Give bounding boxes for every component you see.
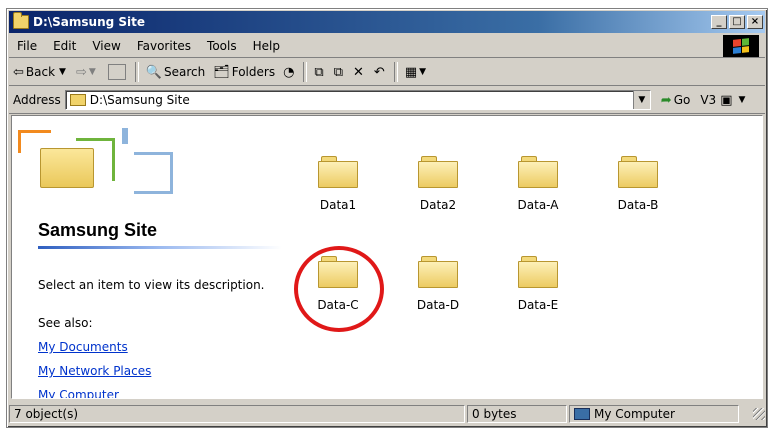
history-button[interactable]: ◔ [279, 61, 300, 83]
status-objects: 7 object(s) [9, 405, 465, 423]
folder-item[interactable]: Data-A [498, 156, 578, 212]
close-button[interactable]: × [747, 15, 763, 29]
folder-icon [518, 156, 558, 188]
folder-icon [318, 256, 358, 288]
chevron-down-icon: ▼ [88, 67, 96, 77]
folder-label: Data-B [617, 198, 659, 212]
folder-item[interactable]: Data2 [398, 156, 478, 212]
address-label: Address [13, 93, 61, 107]
menu-view[interactable]: View [84, 39, 128, 53]
folder-title: Samsung Site [38, 220, 158, 240]
description-text: Select an item to view its description. [38, 278, 265, 292]
folder-label: Data2 [419, 198, 457, 212]
folder-view: Samsung Site Select an item to view its … [11, 115, 763, 399]
views-button[interactable]: ▦ ▼ [401, 61, 432, 83]
menu-favorites[interactable]: Favorites [129, 39, 199, 53]
delete-button[interactable]: ✕ [349, 61, 370, 83]
up-folder-icon [107, 64, 126, 80]
status-size: 0 bytes [467, 405, 567, 423]
go-label: Go [673, 93, 691, 107]
folder-label: Data-D [416, 298, 460, 312]
go-button[interactable]: ➦ Go [661, 93, 691, 108]
address-value: D:\Samsung Site [89, 93, 190, 107]
chevron-down-icon: ▼ [419, 67, 427, 77]
folder-label: Data-A [517, 198, 559, 212]
back-arrow-icon: ⇦ [13, 64, 24, 80]
views-icon: ▦ [404, 64, 418, 80]
folder-label: Data-C [317, 298, 359, 312]
folder-icon [518, 256, 558, 288]
link-my-computer[interactable]: My Computer [38, 388, 119, 398]
v3-button[interactable]: V3 ▣ ▼ [700, 93, 747, 108]
folders-label: Folders [231, 65, 276, 79]
go-arrow-icon: ➦ [660, 92, 672, 108]
toolbar-separator [393, 62, 398, 82]
status-location-label: My Computer [594, 407, 675, 421]
undo-icon: ↶ [373, 64, 385, 80]
window-title: D:\Samsung Site [33, 15, 146, 29]
back-label: Back [25, 65, 56, 79]
search-label: Search [163, 65, 206, 79]
folder-icon [318, 156, 358, 188]
folder-item[interactable]: Data-E [498, 256, 578, 312]
folder-icon [418, 256, 458, 288]
title-divider [38, 246, 282, 249]
v3-label: V3 [700, 93, 717, 107]
history-icon: ◔ [283, 64, 295, 80]
address-input[interactable]: D:\Samsung Site ▼ [64, 90, 651, 110]
folder-item[interactable]: Data-B [598, 156, 678, 212]
v3-icon: ▣ [720, 92, 733, 108]
folder-icon [13, 12, 29, 29]
details-pane: Samsung Site Select an item to view its … [12, 116, 287, 398]
folder-icon [69, 94, 86, 106]
maximize-button[interactable]: □ [729, 15, 745, 29]
link-my-network-places[interactable]: My Network Places [38, 364, 151, 378]
folders-icon: 🗂 [213, 64, 230, 80]
address-dropdown-button[interactable]: ▼ [632, 91, 650, 109]
title-bar[interactable]: D:\Samsung Site _ □ × [9, 11, 765, 33]
folders-button[interactable]: 🗂 Folders [209, 61, 279, 83]
folder-icon [618, 156, 658, 188]
minimize-button[interactable]: _ [711, 15, 727, 29]
folder-label: Data-E [517, 298, 559, 312]
toolbar-separator [134, 62, 139, 82]
status-bar: 7 object(s) 0 bytes My Computer [9, 403, 765, 425]
folder-label: Data1 [319, 198, 357, 212]
back-button[interactable]: ⇦ Back ▼ [9, 61, 72, 83]
status-location: My Computer [569, 405, 739, 423]
computer-icon [574, 408, 590, 420]
folder-banner-icon [18, 122, 186, 194]
undo-button[interactable]: ↶ [370, 61, 391, 83]
menu-bar: File Edit View Favorites Tools Help [9, 35, 765, 58]
delete-icon: ✕ [353, 64, 364, 80]
forward-button[interactable]: ⇨ ▼ [72, 61, 102, 83]
menu-help[interactable]: Help [245, 39, 288, 53]
explorer-window: D:\Samsung Site _ □ × File Edit View Fav… [6, 8, 768, 428]
menu-edit[interactable]: Edit [45, 39, 84, 53]
search-button[interactable]: 🔍 Search [142, 61, 209, 83]
menu-tools[interactable]: Tools [199, 39, 245, 53]
chevron-down-icon: ▼ [59, 67, 66, 77]
toolbar-separator [303, 62, 308, 82]
see-also-label: See also: [38, 316, 93, 330]
search-icon: 🔍 [145, 64, 162, 80]
chevron-down-icon: ▼ [738, 95, 746, 105]
link-my-documents[interactable]: My Documents [38, 340, 128, 354]
copy-to-icon: ⧉ [333, 64, 344, 80]
move-to-icon: ⧉ [314, 64, 324, 80]
folder-item[interactable]: Data-C [298, 256, 378, 312]
toolbar: ⇦ Back ▼ ⇨ ▼ 🔍 Search 🗂 Folders ◔ ⧉ ⧉ ✕ … [9, 59, 765, 86]
folder-icon [418, 156, 458, 188]
forward-arrow-icon: ⇨ [75, 64, 87, 80]
address-bar: Address D:\Samsung Site ▼ ➦ Go V3 ▣ ▼ [9, 87, 765, 114]
resize-grip[interactable] [753, 408, 765, 420]
folder-item[interactable]: Data-D [398, 256, 478, 312]
windows-logo-icon [723, 35, 759, 57]
copy-to-button[interactable]: ⧉ [330, 61, 349, 83]
up-button[interactable] [102, 61, 132, 83]
folder-item[interactable]: Data1 [298, 156, 378, 212]
move-to-button[interactable]: ⧉ [310, 61, 329, 83]
menu-file[interactable]: File [9, 39, 45, 53]
